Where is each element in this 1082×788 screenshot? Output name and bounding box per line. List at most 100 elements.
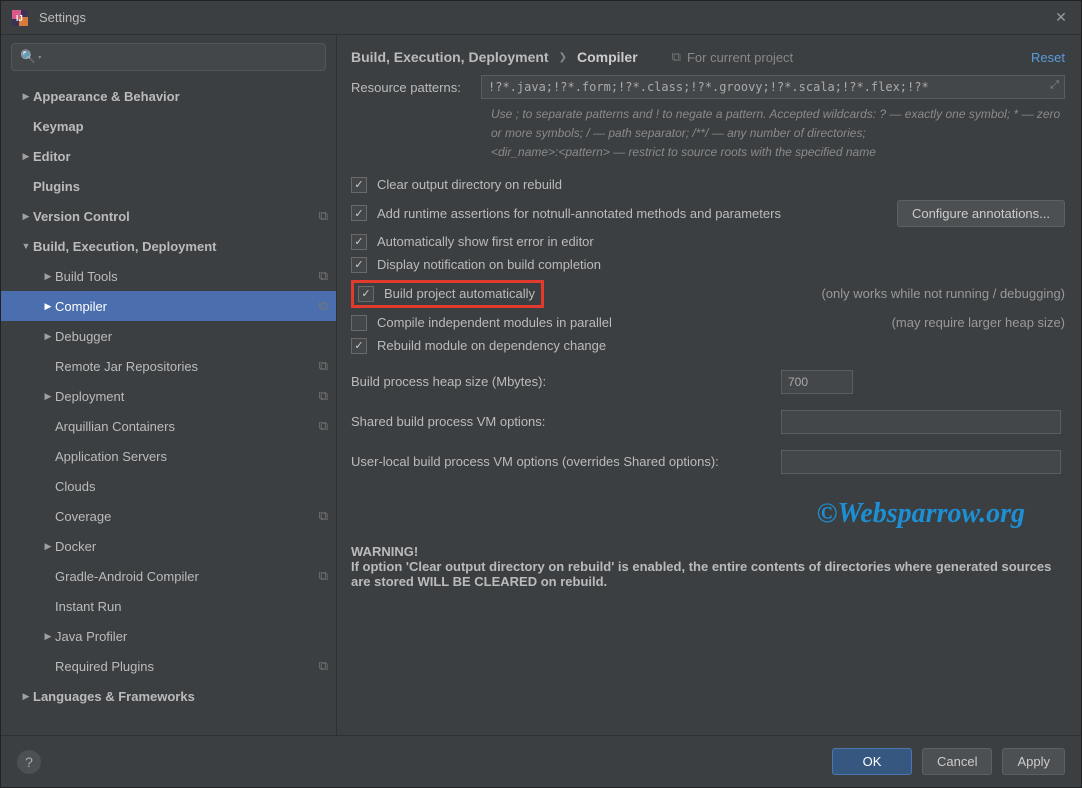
titlebar: IJ Settings ✕ <box>1 1 1081 35</box>
settings-tree: ▶Appearance & BehaviorKeymap▶EditorPlugi… <box>1 79 336 735</box>
app-icon: IJ <box>11 9 29 27</box>
sidebar-item-gradle-android-compiler[interactable]: Gradle-Android Compiler ⧉ <box>1 561 336 591</box>
heap-size-label: Build process heap size (Mbytes): <box>351 374 781 389</box>
sidebar-item-languages-frameworks[interactable]: ▶Languages & Frameworks <box>1 681 336 711</box>
project-icon: ⧉ <box>319 388 328 404</box>
compile-parallel-checkbox[interactable] <box>351 315 367 331</box>
project-icon: ⧉ <box>319 508 328 524</box>
build-auto-checkbox[interactable] <box>358 286 374 302</box>
sidebar-item-version-control[interactable]: ▶Version Control ⧉ <box>1 201 336 231</box>
sidebar-item-label: Build, Execution, Deployment <box>33 239 328 254</box>
sidebar-item-label: Version Control <box>33 209 315 224</box>
sidebar-item-label: Remote Jar Repositories <box>55 359 315 374</box>
svg-text:IJ: IJ <box>16 14 23 23</box>
build-auto-highlight: Build project automatically <box>351 280 544 308</box>
sidebar-item-label: Docker <box>55 539 328 554</box>
ok-button[interactable]: OK <box>832 748 912 775</box>
sidebar-item-docker[interactable]: ▶Docker <box>1 531 336 561</box>
expand-icon[interactable]: ⤢ <box>1050 79 1059 92</box>
shared-vm-label: Shared build process VM options: <box>351 414 781 429</box>
for-project-label: ⧉ For current project <box>668 49 794 65</box>
runtime-assertions-checkbox[interactable] <box>351 205 367 221</box>
sidebar-item-label: Clouds <box>55 479 328 494</box>
user-vm-input[interactable] <box>781 450 1061 474</box>
footer: ? OK Cancel Apply <box>1 735 1081 787</box>
rebuild-dep-checkbox[interactable] <box>351 338 367 354</box>
chevron-right-icon: ▶ <box>41 301 55 312</box>
clear-output-label: Clear output directory on rebuild <box>377 177 562 192</box>
sidebar-item-build-tools[interactable]: ▶Build Tools⧉ <box>1 261 336 291</box>
sidebar-item-label: Plugins <box>33 179 328 194</box>
breadcrumb: Build, Execution, Deployment ❯ Compiler … <box>337 35 1081 75</box>
project-icon: ⧉ <box>319 358 328 374</box>
sidebar-item-plugins[interactable]: Plugins <box>1 171 336 201</box>
sidebar-item-label: Debugger <box>55 329 328 344</box>
clear-output-checkbox[interactable] <box>351 177 367 193</box>
sidebar-item-debugger[interactable]: ▶Debugger <box>1 321 336 351</box>
compile-parallel-note: (may require larger heap size) <box>892 315 1065 330</box>
sidebar-item-compiler[interactable]: ▶Compiler⧉ <box>1 291 336 321</box>
sidebar-item-label: Java Profiler <box>55 629 328 644</box>
sidebar-item-label: Gradle-Android Compiler <box>55 569 315 584</box>
display-notification-label: Display notification on build completion <box>377 257 601 272</box>
sidebar-item-arquillian-containers[interactable]: Arquillian Containers⧉ <box>1 411 336 441</box>
sidebar-item-required-plugins[interactable]: Required Plugins⧉ <box>1 651 336 681</box>
resource-patterns-label: Resource patterns: <box>351 80 481 95</box>
sidebar-item-instant-run[interactable]: Instant Run <box>1 591 336 621</box>
sidebar-item-remote-jar-repositories[interactable]: Remote Jar Repositories ⧉ <box>1 351 336 381</box>
sidebar-item-keymap[interactable]: Keymap <box>1 111 336 141</box>
sidebar-item-label: Appearance & Behavior <box>33 89 328 104</box>
build-auto-label: Build project automatically <box>384 286 535 301</box>
chevron-right-icon: ❯ <box>559 52 567 63</box>
breadcrumb-a[interactable]: Build, Execution, Deployment <box>351 49 549 65</box>
show-first-error-label: Automatically show first error in editor <box>377 234 594 249</box>
show-first-error-checkbox[interactable] <box>351 234 367 250</box>
sidebar-item-build-execution-deployment[interactable]: ▼Build, Execution, Deployment <box>1 231 336 261</box>
warning-body: If option 'Clear output directory on reb… <box>351 559 1065 589</box>
sidebar-item-label: Languages & Frameworks <box>33 689 328 704</box>
heap-size-input[interactable] <box>781 370 853 394</box>
apply-button[interactable]: Apply <box>1002 748 1065 775</box>
sidebar-item-java-profiler[interactable]: ▶Java Profiler <box>1 621 336 651</box>
window-title: Settings <box>39 10 1051 25</box>
project-icon: ⧉ <box>319 568 328 584</box>
display-notification-checkbox[interactable] <box>351 257 367 273</box>
search-input[interactable]: 🔍 ▾ <box>11 43 326 71</box>
chevron-right-icon: ▶ <box>19 691 33 702</box>
cancel-button[interactable]: Cancel <box>922 748 992 775</box>
project-icon: ⧉ <box>319 208 328 224</box>
sidebar-item-application-servers[interactable]: Application Servers <box>1 441 336 471</box>
shared-vm-input[interactable] <box>781 410 1061 434</box>
sidebar-item-label: Editor <box>33 149 328 164</box>
project-icon: ⧉ <box>672 49 681 65</box>
resource-patterns-input[interactable] <box>481 75 1065 99</box>
user-vm-label: User-local build process VM options (ove… <box>351 454 781 469</box>
breadcrumb-b: Compiler <box>577 49 638 65</box>
help-icon[interactable]: ? <box>17 750 41 774</box>
sidebar-item-label: Application Servers <box>55 449 328 464</box>
rebuild-dep-label: Rebuild module on dependency change <box>377 338 606 353</box>
resource-hint: Use ; to separate patterns and ! to nega… <box>491 105 1065 163</box>
sidebar-item-clouds[interactable]: Clouds <box>1 471 336 501</box>
main-panel: Build, Execution, Deployment ❯ Compiler … <box>337 35 1081 735</box>
sidebar-item-coverage[interactable]: Coverage ⧉ <box>1 501 336 531</box>
project-icon: ⧉ <box>319 418 328 434</box>
warning-block: WARNING! If option 'Clear output directo… <box>351 544 1065 589</box>
build-auto-note: (only works while not running / debuggin… <box>821 286 1065 301</box>
reset-link[interactable]: Reset <box>1031 50 1065 65</box>
sidebar-item-editor[interactable]: ▶Editor <box>1 141 336 171</box>
chevron-right-icon: ▶ <box>19 151 33 162</box>
sidebar: 🔍 ▾ ▶Appearance & BehaviorKeymap▶EditorP… <box>1 35 337 735</box>
sidebar-item-label: Coverage <box>55 509 315 524</box>
close-icon[interactable]: ✕ <box>1051 9 1071 26</box>
project-icon: ⧉ <box>319 268 328 284</box>
chevron-right-icon: ▶ <box>41 331 55 342</box>
chevron-right-icon: ▶ <box>41 391 55 402</box>
sidebar-item-appearance-behavior[interactable]: ▶Appearance & Behavior <box>1 81 336 111</box>
sidebar-item-label: Required Plugins <box>55 659 315 674</box>
sidebar-item-deployment[interactable]: ▶Deployment⧉ <box>1 381 336 411</box>
chevron-right-icon: ▶ <box>41 271 55 282</box>
chevron-right-icon: ▶ <box>19 211 33 222</box>
configure-annotations-button[interactable]: Configure annotations... <box>897 200 1065 227</box>
sidebar-item-label: Compiler <box>55 299 315 314</box>
